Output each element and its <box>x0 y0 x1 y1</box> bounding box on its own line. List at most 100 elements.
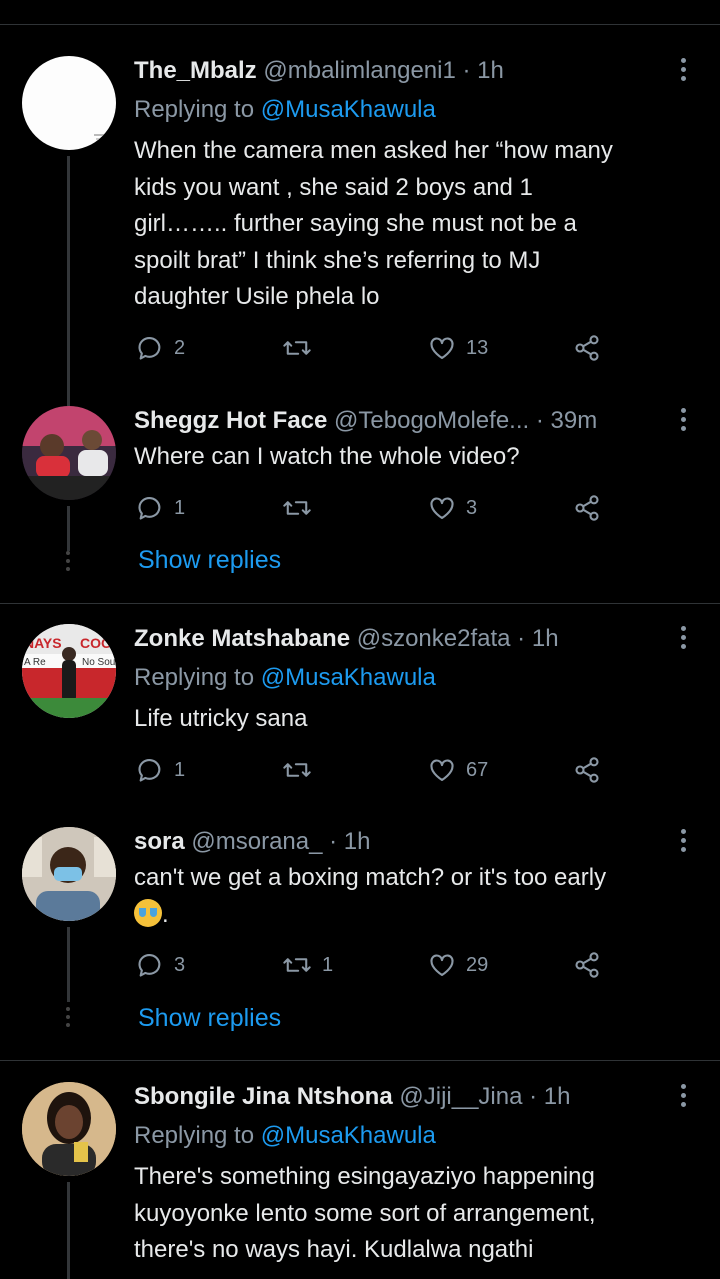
tweet-line: girl…….. further saying she must not be … <box>134 210 577 237</box>
user-handle[interactable]: @TebogoMolefe... <box>334 407 529 434</box>
share-button[interactable] <box>573 951 601 979</box>
replying-to: Replying to @MusaKhawula <box>134 1121 436 1151</box>
avatar[interactable] <box>22 56 116 150</box>
display-name[interactable]: Sbongile Jina Ntshona <box>134 1083 393 1110</box>
timestamp[interactable]: · 1h <box>522 1083 570 1110</box>
avatar[interactable]: NAYS COON A Re No Sou <box>22 624 116 718</box>
timestamp[interactable]: · 1h <box>456 57 503 84</box>
share-button[interactable] <box>573 334 601 362</box>
thread-line <box>67 927 70 1002</box>
tweet-header: The_Mbalz @mbalimlangeni1 · 1h <box>134 56 504 86</box>
mention-link[interactable]: @MusaKhawula <box>261 664 436 691</box>
share-icon <box>575 757 599 783</box>
display-name[interactable]: sora <box>134 828 185 855</box>
show-replies-link[interactable]: Show replies <box>138 546 281 575</box>
reply-icon <box>138 954 161 977</box>
heart-icon <box>430 759 454 781</box>
tweet-line: There's something esingayaziyo happening <box>134 1163 595 1190</box>
reply-icon <box>138 759 161 782</box>
reply-button[interactable]: 3 <box>136 951 185 979</box>
replying-to: Replying to @MusaKhawula <box>134 663 436 693</box>
avatar-image <box>22 406 116 500</box>
timestamp[interactable]: · 1h <box>322 828 370 855</box>
thread-line <box>67 1182 70 1279</box>
thread-line <box>67 506 70 551</box>
replying-label: Replying to <box>134 1122 255 1149</box>
crying-emoji-icon <box>134 898 162 927</box>
svg-text:A Re: A Re <box>24 657 46 668</box>
more-options-icon[interactable] <box>681 408 687 435</box>
reply-count: 2 <box>174 336 186 359</box>
tweet-text: Where can I watch the whole video? <box>134 439 704 476</box>
tweet-line: . <box>134 897 704 934</box>
reply-count: 1 <box>174 758 186 781</box>
retweet-button[interactable] <box>282 334 322 362</box>
like-count: 13 <box>466 336 489 359</box>
reply-button[interactable]: 1 <box>136 494 185 522</box>
retweet-count: 1 <box>322 953 334 976</box>
tweet-header: Sbongile Jina Ntshona @Jiji__Jina · 1h <box>134 1082 571 1112</box>
avatar[interactable] <box>22 406 116 500</box>
thread-line <box>67 156 70 406</box>
more-options-icon[interactable] <box>681 626 687 653</box>
trailing-text: . <box>162 900 169 928</box>
tweet-line: Life utricky sana <box>134 705 308 732</box>
more-replies-dots <box>66 551 71 575</box>
retweet-button[interactable]: 1 <box>282 951 333 979</box>
retweet-icon <box>283 341 311 355</box>
share-button[interactable] <box>573 494 601 522</box>
retweet-icon <box>283 763 311 777</box>
like-button[interactable]: 13 <box>428 334 488 362</box>
mention-link[interactable]: @MusaKhawula <box>261 96 436 123</box>
tweet-line: spoilt brat” I think she’s referring to … <box>134 246 541 274</box>
display-name[interactable]: Sheggz Hot Face <box>134 407 327 434</box>
retweet-button[interactable] <box>282 494 322 522</box>
more-options-icon[interactable] <box>681 1084 687 1111</box>
replying-to: Replying to @MusaKhawula <box>134 95 436 125</box>
tweet-text: There's something esingayaziyo happening… <box>134 1159 704 1269</box>
top-divider <box>0 24 720 25</box>
more-replies-dots <box>66 1007 71 1031</box>
like-button[interactable]: 3 <box>428 494 477 522</box>
reply-count: 3 <box>174 953 186 976</box>
more-options-icon[interactable] <box>681 829 687 856</box>
retweet-icon <box>283 958 311 972</box>
tweet-line: there's no ways hayi. Kudlalwa ngathi <box>134 1236 534 1263</box>
user-handle[interactable]: @mbalimlangeni1 <box>263 57 455 84</box>
heart-icon <box>430 337 454 359</box>
display-name[interactable]: Zonke Matshabane <box>134 625 350 652</box>
share-icon <box>575 335 599 361</box>
avatar[interactable] <box>22 1082 116 1176</box>
like-button[interactable]: 29 <box>428 951 488 979</box>
show-replies-link[interactable]: Show replies <box>138 1004 281 1033</box>
reply-button[interactable]: 2 <box>136 334 185 362</box>
reply-icon <box>138 337 161 360</box>
display-name[interactable]: The_Mbalz <box>134 57 257 84</box>
share-button[interactable] <box>573 756 601 784</box>
tweet-header: Zonke Matshabane @szonke2fata · 1h <box>134 624 559 654</box>
replying-label: Replying to <box>134 96 255 123</box>
avatar-image <box>94 134 108 140</box>
reply-count: 1 <box>174 496 186 519</box>
timestamp[interactable]: · 1h <box>511 625 558 652</box>
like-count: 67 <box>466 758 489 781</box>
mention-link[interactable]: @MusaKhawula <box>261 1122 436 1149</box>
retweet-button[interactable] <box>282 756 322 784</box>
like-count: 29 <box>466 953 489 976</box>
tweet-line: When the camera men asked her “how many <box>134 137 613 164</box>
tweet-header: sora @msorana_ · 1h <box>134 827 371 857</box>
like-button[interactable]: 67 <box>428 756 488 784</box>
user-handle[interactable]: @msorana_ <box>191 828 322 855</box>
timestamp[interactable]: · 39m <box>529 407 597 434</box>
avatar[interactable] <box>22 827 116 921</box>
thread-divider <box>0 603 720 604</box>
user-handle[interactable]: @Jiji__Jina <box>399 1083 522 1110</box>
reply-button[interactable]: 1 <box>136 756 185 784</box>
tweet-text: When the camera men asked her “how many … <box>134 133 704 316</box>
tweet-line: kuyoyonke lento some sort of arrangement… <box>134 1199 596 1227</box>
more-options-icon[interactable] <box>681 58 687 85</box>
user-handle[interactable]: @szonke2fata <box>357 625 511 652</box>
tweet-line: Where can I watch the whole video? <box>134 443 520 470</box>
share-icon <box>575 952 599 978</box>
svg-text:NAYS: NAYS <box>24 635 62 651</box>
